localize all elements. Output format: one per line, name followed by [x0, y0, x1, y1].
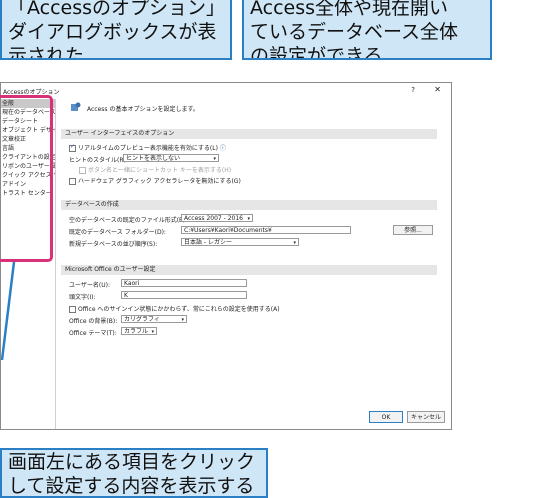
callout-line: Access全体や現在開い — [250, 0, 449, 19]
help-button[interactable]: ? — [411, 86, 415, 94]
info-icon: ⓘ — [219, 145, 226, 152]
hw-accel-checkbox[interactable] — [69, 178, 76, 185]
callout-line: 「Accessのオプション」 — [8, 0, 226, 19]
browse-button[interactable]: 参照... — [393, 225, 433, 235]
callout-line: ているデータベース全体 — [250, 21, 459, 43]
sort-order-select[interactable]: 日本語 - レガシー ▾ — [181, 238, 299, 246]
chevron-down-icon: ▾ — [181, 317, 184, 323]
header-text: Access の基本オプションを設定します。 — [87, 106, 199, 113]
tooltip-style-select[interactable]: ヒントを表示しない ▾ — [123, 154, 219, 162]
callout-line: 示された — [8, 45, 85, 60]
initials-label: 頭文字(I): — [69, 294, 96, 301]
live-preview-checkbox[interactable] — [69, 143, 76, 152]
background-label: Office の背景(B): — [69, 318, 118, 325]
title-bar: Accessのオプション ? ✕ — [1, 83, 451, 99]
live-preview-label: リアルタイムのプレビュー表示機能を有効にする(L) — [78, 145, 218, 152]
section-office-user: Microsoft Office のユーザー設定 — [61, 265, 437, 275]
options-content: Access の基本オプションを設定します。 ユーザー インターフェイスのオプシ… — [61, 99, 447, 399]
access-options-dialog: Accessのオプション ? ✕ 全般 現在のデータベース データシート オブジ… — [0, 82, 452, 430]
file-format-value: Access 2007 - 2016 — [184, 215, 243, 222]
close-button[interactable]: ✕ — [434, 85, 441, 94]
initials-input[interactable]: K — [121, 291, 247, 299]
tooltip-style-value: ヒントを表示しない — [126, 155, 181, 162]
hw-accel-option[interactable]: ハードウェア グラフィック アクセラレータを無効にする(G) — [69, 176, 241, 185]
shortcut-keys-label: ボタン名と一緒にショートカット キーを表示する(H) — [88, 167, 232, 174]
section-ui-options: ユーザー インターフェイスのオプション — [61, 129, 437, 139]
office-theme-select[interactable]: カラフル ▾ — [121, 327, 157, 335]
always-use-label: Office へのサインイン状態にかかわらず、常にこれらの設定を使用する(A) — [78, 306, 280, 313]
theme-label: Office テーマ(T): — [69, 330, 117, 337]
file-format-label: 空のデータベースの既定のファイル形式(E): — [69, 217, 188, 224]
folder-label: 既定のデータベース フォルダー(D): — [69, 229, 166, 236]
chevron-down-icon: ▾ — [151, 329, 154, 335]
always-use-checkbox[interactable] — [69, 306, 76, 313]
shortcut-keys-checkbox — [79, 167, 86, 174]
default-folder-input[interactable]: C:¥Users¥Kaori¥Documents¥ — [181, 226, 351, 234]
callout-settings-scope: Access全体や現在開い ているデータベース全体 の設定ができる — [242, 0, 492, 60]
callout-line: の設定ができる — [250, 45, 383, 60]
sort-order-value: 日本語 - レガシー — [184, 239, 232, 246]
office-background-select[interactable]: カリグラフィ ▾ — [121, 315, 187, 323]
tooltip-style-label: ヒントのスタイル(R): — [69, 157, 128, 164]
file-format-select[interactable]: Access 2007 - 2016 ▾ — [181, 214, 253, 222]
callout-line: ダイアログボックスが表 — [8, 21, 217, 43]
sort-order-label: 新規データベースの並び順序(S): — [69, 241, 158, 248]
section-db-creation: データベースの作成 — [61, 200, 437, 210]
content-header: Access の基本オプションを設定します。 — [61, 99, 447, 115]
ok-button[interactable]: OK — [369, 411, 403, 423]
callout-dialog-shown: 「Accessのオプション」 ダイアログボックスが表 示された — [0, 0, 232, 60]
callout-click-items: 画面左にある項目をクリック して設定する内容を表示する — [0, 448, 268, 498]
chevron-down-icon: ▾ — [213, 156, 216, 162]
office-background-value: カリグラフィ — [124, 316, 160, 323]
shortcut-keys-option: ボタン名と一緒にショートカット キーを表示する(H) — [79, 165, 231, 174]
username-input[interactable]: Kaori — [121, 279, 247, 287]
callout-line: 画面左にある項目をクリック — [8, 451, 256, 473]
cancel-button[interactable]: キャンセル — [407, 411, 445, 423]
sidebar-highlight — [0, 95, 53, 262]
callout-line: して設定する内容を表示する — [8, 475, 255, 497]
chevron-down-icon: ▾ — [247, 216, 250, 222]
office-theme-value: カラフル — [124, 328, 149, 335]
hw-accel-label: ハードウェア グラフィック アクセラレータを無効にする(G) — [78, 178, 241, 185]
always-use-option[interactable]: Office へのサインイン状態にかかわらず、常にこれらの設定を使用する(A) — [69, 304, 280, 313]
live-preview-option[interactable]: リアルタイムのプレビュー表示機能を有効にする(L) ⓘ — [69, 143, 226, 152]
settings-icon — [71, 102, 81, 111]
chevron-down-icon: ▾ — [293, 240, 296, 246]
username-label: ユーザー名(U): — [69, 282, 110, 289]
